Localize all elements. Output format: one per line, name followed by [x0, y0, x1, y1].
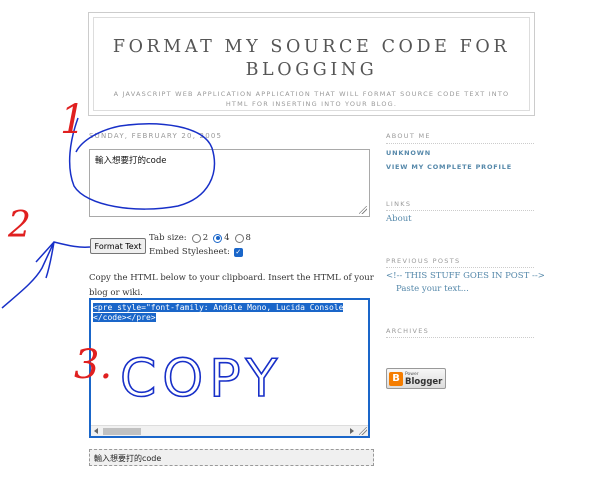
date-header: SUNDAY, FEBRUARY 20, 2005 [89, 132, 223, 140]
powered-by-blogger-badge[interactable]: B Power Blogger [386, 368, 446, 389]
archives-heading: ARCHIVES [386, 327, 430, 335]
tab-size-group: Tab size: 2 4 8 [149, 233, 251, 243]
annotation-mark-2: 2 [7, 205, 31, 246]
view-profile-link[interactable]: VIEW MY COMPLETE PROFILE [386, 163, 512, 171]
tab-size-option-2: 2 [202, 233, 209, 243]
html-output-textarea[interactable]: <pre style="font-family: Andale Mono, Lu… [89, 298, 370, 438]
blog-header: FORMAT MY SOURCE CODE FOR BLOGGING A JAV… [88, 12, 535, 116]
output-horizontal-scrollbar[interactable] [91, 425, 368, 436]
output-line-1: <pre style="font-family: Andale Mono, Lu… [93, 303, 344, 312]
tab-size-radio-4[interactable] [213, 233, 223, 243]
blogger-logo-icon: B [389, 371, 403, 386]
previous-posts-heading: PREVIOUS POSTS [386, 257, 461, 265]
source-code-input[interactable]: 輸入想要打的code [89, 149, 370, 217]
html-output-text[interactable]: <pre style="font-family: Andale Mono, Lu… [93, 303, 344, 323]
scroll-right-arrow-icon[interactable] [350, 428, 354, 434]
previous-post-link-1[interactable]: <!-- THIS STUFF GOES IN POST --> [386, 271, 545, 281]
archives-divider [386, 337, 534, 338]
output-line-2: </code></pre> [93, 313, 156, 322]
author-name-link[interactable]: UNKNOWN [386, 149, 431, 157]
tab-size-radio-8[interactable] [234, 233, 244, 243]
about-link[interactable]: About [386, 214, 412, 224]
annotation-arrow-icon [1, 241, 91, 309]
formatted-preview: 輸入想要打的code [89, 449, 374, 466]
links-heading: LINKS [386, 200, 412, 208]
about-divider [386, 143, 534, 144]
annotation-mark-1: 1 [60, 97, 85, 143]
embed-stylesheet-label: Embed Stylesheet: [149, 247, 230, 257]
tab-size-label: Tab size: [149, 233, 187, 243]
links-divider [386, 210, 534, 211]
scroll-left-arrow-icon[interactable] [94, 428, 98, 434]
input-resize-handle[interactable] [359, 206, 367, 214]
previous-posts-divider [386, 267, 534, 268]
blog-header-inner: FORMAT MY SOURCE CODE FOR BLOGGING A JAV… [93, 17, 530, 111]
previous-post-link-2[interactable]: Paste your text... [396, 284, 469, 294]
copy-instructions: Copy the HTML below to your clipboard. I… [89, 273, 374, 298]
blogger-badge-big: Blogger [405, 376, 443, 387]
embed-stylesheet-checkbox[interactable]: ✓ [233, 247, 243, 257]
blog-description: A JAVASCRIPT WEB APPLICATION APPLICATION… [113, 90, 510, 108]
embed-stylesheet-row: Embed Stylesheet: ✓ [149, 247, 243, 257]
about-me-heading: ABOUT ME [386, 132, 431, 140]
tab-size-option-4: 4 [224, 233, 230, 243]
format-text-button[interactable]: Format Text [90, 238, 146, 254]
tab-size-radio-2[interactable] [191, 233, 201, 243]
blogger-badge-text: Power Blogger [405, 371, 442, 387]
output-resize-handle[interactable] [359, 427, 367, 435]
scrollbar-thumb[interactable] [103, 428, 141, 435]
tab-size-option-8: 8 [245, 233, 251, 243]
blog-title[interactable]: FORMAT MY SOURCE CODE FOR BLOGGING [102, 36, 521, 82]
